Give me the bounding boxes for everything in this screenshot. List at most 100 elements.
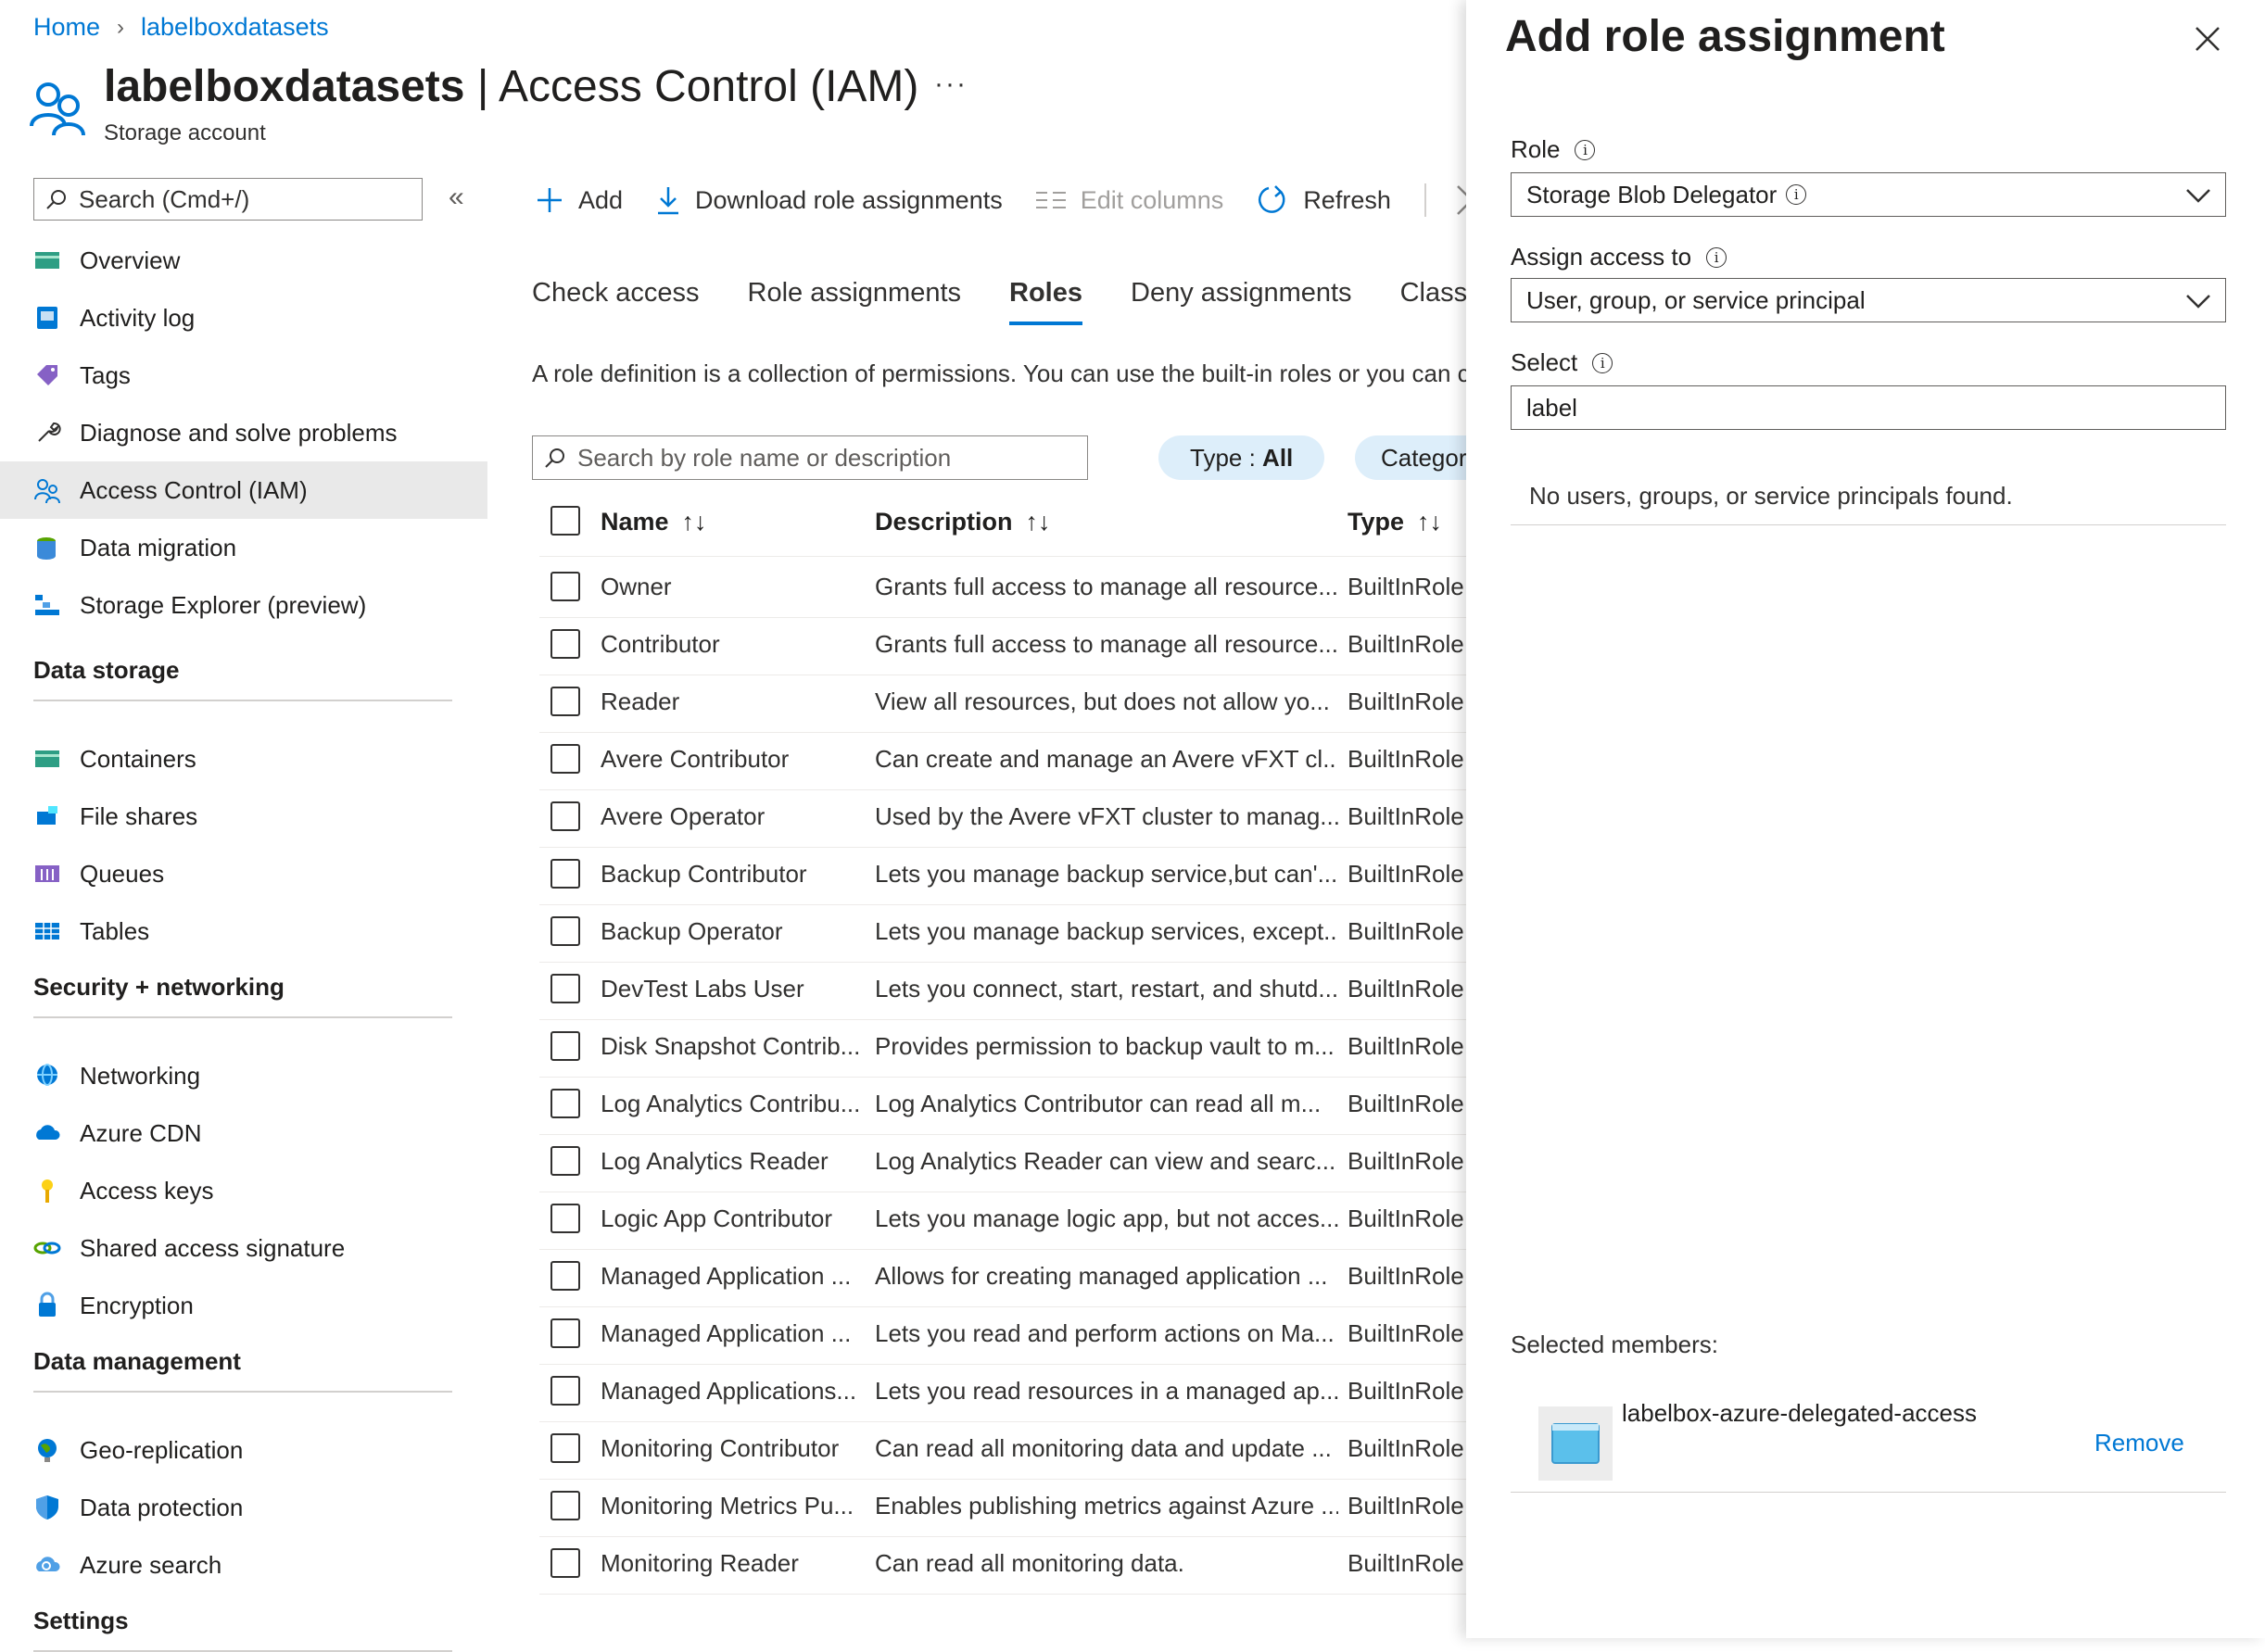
tab-deny-assignments[interactable]: Deny assignments xyxy=(1131,278,1352,325)
close-icon[interactable] xyxy=(2189,20,2226,57)
sidebar-search-input[interactable]: Search (Cmd+/) xyxy=(33,178,423,221)
lock-icon xyxy=(33,1292,61,1319)
table-row[interactable]: Contributor Grants full access to manage … xyxy=(539,615,1466,675)
download-role-assignments-button[interactable]: Download role assignments xyxy=(656,185,1003,215)
role-description-cell: Lets you manage backup service,but can'.… xyxy=(875,860,1338,888)
type-filter-pill[interactable]: Type : All xyxy=(1158,435,1325,480)
table-row[interactable]: Backup Operator Lets you manage backup se… xyxy=(539,902,1466,963)
role-description-cell: Grants full access to manage all resourc… xyxy=(875,630,1338,658)
sidebar-item-label: Queues xyxy=(80,859,165,888)
edit-columns-button[interactable]: Edit columns xyxy=(1035,186,1223,215)
download-icon xyxy=(658,187,679,215)
sidebar-item-label: Data migration xyxy=(80,533,237,561)
sidebar-item-access-control-iam[interactable]: Access Control (IAM) xyxy=(0,461,487,519)
row-checkbox[interactable] xyxy=(550,1031,580,1061)
row-checkbox[interactable] xyxy=(550,572,580,601)
sidebar-item-data-migration[interactable]: Data migration xyxy=(0,519,487,576)
assign-access-dropdown[interactable]: User, group, or service principal xyxy=(1511,278,2226,322)
tab-role-assignments[interactable]: Role assignments xyxy=(748,278,962,325)
sidebar-item-containers[interactable]: Containers xyxy=(0,730,487,788)
table-row[interactable]: Owner Grants full access to manage all re… xyxy=(539,558,1466,618)
sidebar-item-encryption[interactable]: Encryption xyxy=(0,1277,487,1334)
row-checkbox[interactable] xyxy=(550,744,580,774)
sidebar-item-data-protection[interactable]: Data protection xyxy=(0,1479,487,1536)
select-all-checkbox[interactable] xyxy=(550,506,580,536)
column-header-name[interactable]: Name ↑↓ xyxy=(601,508,707,536)
row-checkbox[interactable] xyxy=(550,916,580,946)
containers-icon xyxy=(33,745,61,773)
table-row[interactable]: Avere Operator Used by the Avere vFXT clu… xyxy=(539,788,1466,848)
info-icon[interactable]: i xyxy=(1706,246,1727,268)
sidebar-item-shared-access-signature[interactable]: Shared access signature xyxy=(0,1219,487,1277)
table-row[interactable]: Disk Snapshot Contrib... Provides permiss… xyxy=(539,1017,1466,1078)
sidebar-item-tables[interactable]: Tables xyxy=(0,902,487,960)
role-description-cell: Log Analytics Contributor can read all m… xyxy=(875,1090,1322,1117)
collapse-sidebar-button[interactable]: « xyxy=(449,182,464,213)
role-search-input[interactable]: Search by role name or description xyxy=(532,435,1088,480)
more-options-button[interactable]: ··· xyxy=(934,69,968,100)
table-row[interactable]: Logic App Contributor Lets you manage log… xyxy=(539,1190,1466,1250)
select-member-input[interactable]: label xyxy=(1511,385,2226,430)
info-icon[interactable]: i xyxy=(1786,184,1807,205)
tab-check-access[interactable]: Check access xyxy=(532,278,700,325)
role-type-cell: BuiltInRole xyxy=(1348,573,1464,600)
refresh-button[interactable]: Refresh xyxy=(1257,184,1391,216)
column-header-description[interactable]: Description ↑↓ xyxy=(875,508,1051,536)
row-checkbox[interactable] xyxy=(550,859,580,889)
table-row[interactable]: DevTest Labs User Lets you connect, start… xyxy=(539,960,1466,1020)
row-checkbox[interactable] xyxy=(550,1376,580,1406)
table-row[interactable]: Log Analytics Contribu... Log Analytics C… xyxy=(539,1075,1466,1135)
sidebar-item-activity-log[interactable]: Activity log xyxy=(0,289,487,347)
table-row[interactable]: Managed Application ... Allows for creati… xyxy=(539,1247,1466,1307)
table-row[interactable]: Monitoring Reader Can read all monitoring… xyxy=(539,1534,1466,1595)
row-checkbox[interactable] xyxy=(550,974,580,1003)
add-button[interactable]: Add xyxy=(536,186,623,215)
row-checkbox[interactable] xyxy=(550,1491,580,1520)
role-description-cell: Lets you read resources in a managed ap.… xyxy=(875,1377,1338,1405)
table-row[interactable]: Avere Contributor Can create and manage a… xyxy=(539,730,1466,790)
row-checkbox[interactable] xyxy=(550,1433,580,1463)
row-checkbox[interactable] xyxy=(550,1261,580,1291)
table-row[interactable]: Backup Contributor Lets you manage backup… xyxy=(539,845,1466,905)
sidebar-item-queues[interactable]: Queues xyxy=(0,845,487,902)
row-checkbox[interactable] xyxy=(550,1089,580,1118)
role-name-cell: Logic App Contributor xyxy=(601,1204,833,1232)
breadcrumb-home-link[interactable]: Home xyxy=(33,13,100,42)
sidebar-item-diagnose-and-solve-problems[interactable]: Diagnose and solve problems xyxy=(0,404,487,461)
role-name-cell: Monitoring Contributor xyxy=(601,1434,840,1462)
sidebar-item-tags[interactable]: Tags xyxy=(0,347,487,404)
info-icon[interactable]: i xyxy=(1575,139,1596,160)
sidebar-item-overview[interactable]: Overview xyxy=(0,232,487,289)
row-checkbox[interactable] xyxy=(550,801,580,831)
table-row[interactable]: Reader View all resources, but does not a… xyxy=(539,673,1466,733)
column-header-type[interactable]: Type ↑↓ xyxy=(1348,508,1442,536)
table-row[interactable]: Monitoring Contributor Can read all monit… xyxy=(539,1419,1466,1480)
sidebar-item-label: Activity log xyxy=(80,303,196,332)
row-checkbox[interactable] xyxy=(550,629,580,659)
row-checkbox[interactable] xyxy=(550,1318,580,1348)
row-checkbox[interactable] xyxy=(550,1204,580,1233)
role-description-cell: Lets you connect, start, restart, and sh… xyxy=(875,975,1338,1003)
row-checkbox[interactable] xyxy=(550,1146,580,1176)
role-dropdown[interactable]: Storage Blob Delegator i xyxy=(1511,172,2226,217)
row-checkbox[interactable] xyxy=(550,1548,580,1578)
sidebar-item-geo-replication[interactable]: Geo-replication xyxy=(0,1421,487,1479)
row-checkbox[interactable] xyxy=(550,687,580,716)
breadcrumb-current-link[interactable]: labelboxdatasets xyxy=(141,13,329,42)
sidebar-item-access-keys[interactable]: Access keys xyxy=(0,1162,487,1219)
sidebar-item-azure-cdn[interactable]: Azure CDN xyxy=(0,1104,487,1162)
sidebar-item-networking[interactable]: Networking xyxy=(0,1047,487,1104)
sidebar-item-azure-search[interactable]: Azure search xyxy=(0,1536,487,1594)
tab-roles[interactable]: Roles xyxy=(1009,278,1082,325)
table-row[interactable]: Managed Application ... Lets you read and… xyxy=(539,1305,1466,1365)
info-icon[interactable]: i xyxy=(1592,352,1613,373)
select-label-text: Select xyxy=(1511,348,1578,376)
table-row[interactable]: Monitoring Metrics Pu... Enables publishi… xyxy=(539,1477,1466,1537)
table-row[interactable]: Log Analytics Reader Log Analytics Reader… xyxy=(539,1132,1466,1192)
table-row[interactable]: Managed Applications... Lets you read res… xyxy=(539,1362,1466,1422)
sidebar-item-storage-explorer-preview[interactable]: Storage Explorer (preview) xyxy=(0,576,487,634)
storage-explorer-icon xyxy=(33,591,61,619)
remove-member-link[interactable]: Remove xyxy=(2094,1429,2184,1457)
cloud-search-icon xyxy=(33,1551,61,1579)
sidebar-item-file-shares[interactable]: File shares xyxy=(0,788,487,845)
